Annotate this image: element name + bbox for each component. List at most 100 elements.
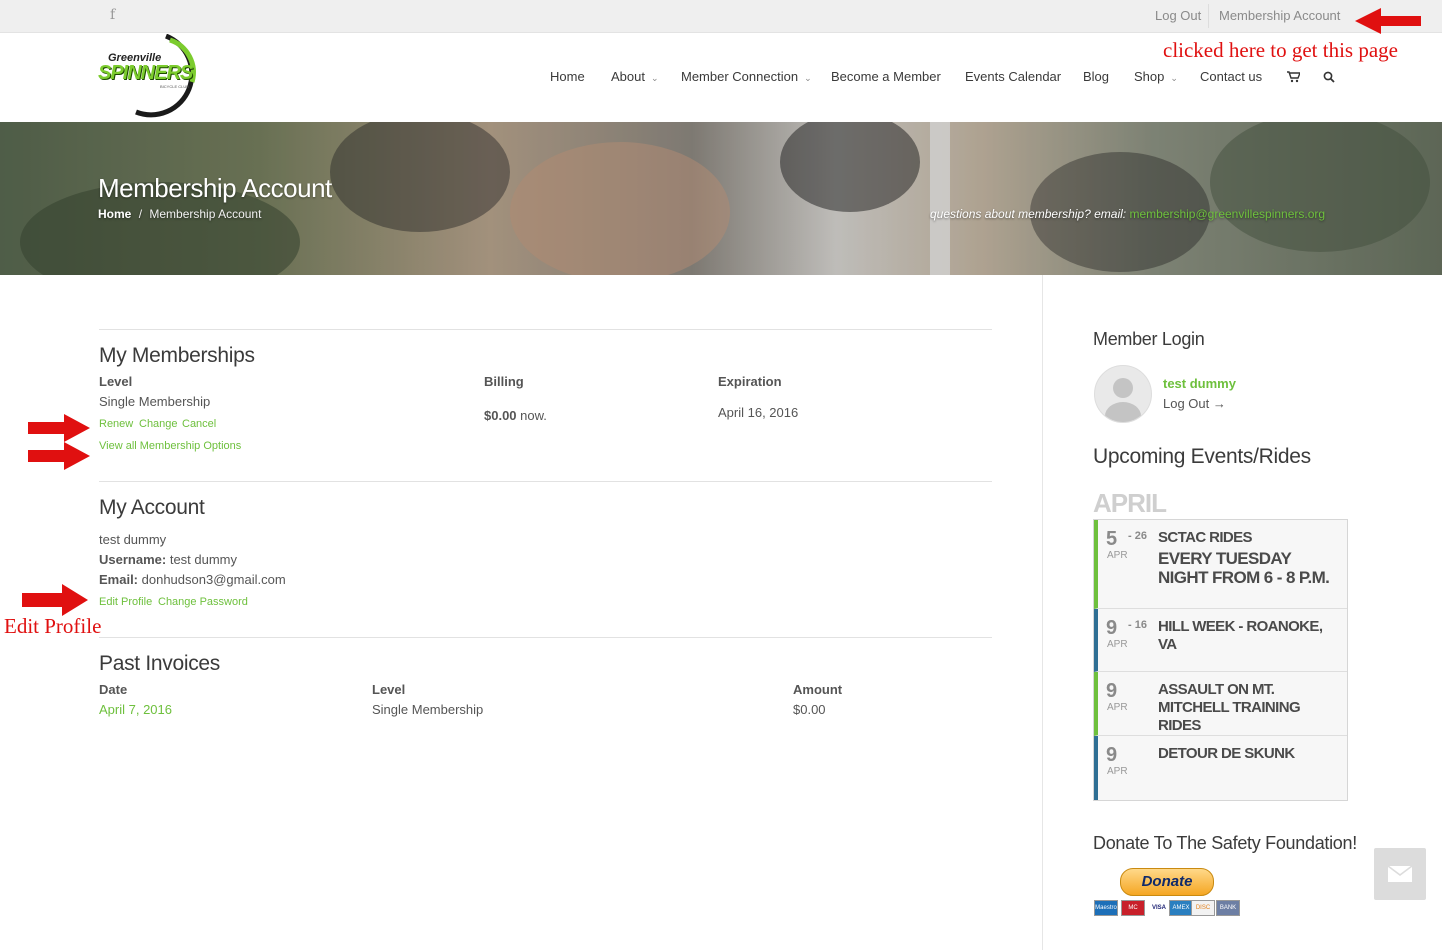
membership-level: Single Membership (99, 394, 211, 409)
col-date-header: Date (99, 682, 128, 697)
top-divider (1208, 4, 1209, 28)
nav-member-connection[interactable]: Member Connection ⌄ (681, 69, 812, 84)
events-month: APRIL (1093, 488, 1167, 518)
col-amount-header: Amount (793, 682, 843, 697)
account-heading: My Account (99, 496, 205, 519)
breadcrumb-current: Membership Account (149, 207, 262, 221)
donate-heading: Donate To The Safety Foundation! (1093, 833, 1357, 853)
nav-contact[interactable]: Contact us (1200, 69, 1262, 84)
event-month: APR (1107, 639, 1128, 650)
event-subtitle: EVERY TUESDAY NIGHT FROM 6 - 8 P.M. (1158, 549, 1330, 587)
divider (99, 481, 992, 482)
invoices-heading: Past Invoices (99, 652, 220, 675)
mastercard-card-icon: MC (1121, 900, 1145, 916)
username-value: test dummy (169, 552, 238, 567)
event-end: - 26 (1128, 530, 1147, 542)
amex-card-icon: AMEX (1169, 900, 1193, 916)
event-item[interactable]: 5 - 26 APR SCTAC RIDES EVERY TUESDAY NIG… (1094, 520, 1347, 609)
nav-blog[interactable]: Blog (1083, 69, 1109, 84)
event-end: - 16 (1128, 619, 1147, 631)
renew-link[interactable]: Renew (99, 418, 133, 430)
sidebar-logout-link[interactable]: Log Out → (1163, 396, 1226, 411)
event-title: SCTAC RIDES (1158, 529, 1253, 546)
invoice-level: Single Membership (372, 702, 484, 717)
bank-card-icon: BANK (1216, 900, 1240, 916)
breadcrumb: Home / Membership Account (98, 207, 261, 221)
events-heading: Upcoming Events/Rides (1093, 445, 1311, 468)
membership-contact-note: questions about membership? email: membe… (930, 207, 1325, 221)
annotation-arrow-icon (22, 584, 88, 616)
event-month: APR (1107, 702, 1128, 713)
account-email: Email: donhudson3@gmail.com (99, 572, 286, 587)
nav-shop[interactable]: Shop ⌄ (1134, 69, 1178, 84)
nav-events-calendar[interactable]: Events Calendar (965, 69, 1061, 84)
member-login-heading: Member Login (1093, 329, 1205, 349)
event-title: ASSAULT ON MT. MITCHELL TRAINING RIDES (1158, 681, 1301, 734)
visa-card-icon: VISA (1147, 900, 1171, 916)
memberships-heading: My Memberships (99, 344, 255, 367)
email-value: donhudson3@gmail.com (141, 572, 286, 587)
logo-line3: BICYCLE CLUB (160, 84, 189, 89)
event-day: 9 (1106, 680, 1118, 702)
event-item[interactable]: 9 - 16 APR HILL WEEK - ROANOKE, VA (1094, 609, 1347, 672)
nav-shop-label: Shop (1134, 69, 1165, 84)
account-name: test dummy (99, 532, 167, 547)
change-password-link[interactable]: Change Password (158, 596, 248, 608)
envelope-icon (1387, 865, 1413, 882)
events-list: 5 - 26 APR SCTAC RIDES EVERY TUESDAY NIG… (1093, 519, 1348, 801)
maestro-card-icon: Maestro (1094, 900, 1118, 916)
billing-suffix: now. (520, 408, 547, 423)
avatar (1094, 365, 1152, 423)
facebook-icon[interactable]: f (110, 7, 115, 23)
contact-mail-button[interactable] (1374, 848, 1426, 900)
annotation-arrow-icon (28, 414, 90, 442)
membership-billing: $0.00 now. (484, 408, 547, 423)
donate-button[interactable]: Donate (1120, 868, 1214, 896)
invoice-date-link[interactable]: April 7, 2016 (99, 702, 172, 717)
divider (99, 637, 992, 638)
nav-member-connection-label: Member Connection (681, 69, 799, 84)
event-title: DETOUR DE SKUNK (1158, 745, 1295, 762)
sidebar-divider (1042, 275, 1043, 950)
chevron-down-icon: ⌄ (804, 73, 812, 83)
membership-email-link[interactable]: membership@greenvillespinners.org (1129, 207, 1325, 221)
event-item[interactable]: 9 APR DETOUR DE SKUNK (1094, 736, 1347, 800)
event-day: 9 (1106, 617, 1118, 639)
nav-about[interactable]: About ⌄ (611, 69, 659, 84)
account-username: Username: test dummy (99, 552, 237, 567)
membership-question: questions about membership? email: (930, 207, 1127, 221)
annotation-top-note: clicked here to get this page (1163, 38, 1398, 62)
top-membership-account-link[interactable]: Membership Account (1219, 8, 1340, 23)
discover-card-icon: DISC (1191, 900, 1215, 916)
event-item[interactable]: 9 APR ASSAULT ON MT. MITCHELL TRAINING R… (1094, 672, 1347, 736)
event-month: APR (1107, 550, 1128, 561)
top-logout-link[interactable]: Log Out (1155, 8, 1201, 23)
sidebar-username[interactable]: test dummy (1163, 376, 1236, 391)
cancel-link[interactable]: Cancel (182, 418, 216, 430)
cart-icon[interactable] (1287, 70, 1302, 88)
username-label: Username: (99, 552, 167, 567)
page-title: Membership Account (98, 173, 332, 203)
col-billing-header: Billing (484, 374, 524, 389)
col-expiration-header: Expiration (718, 374, 782, 389)
email-label: Email: (99, 572, 139, 587)
site-logo[interactable]: Greenville SPINNERS BICYCLE CLUB (96, 33, 208, 118)
nav-about-label: About (611, 69, 645, 84)
nav-become-member[interactable]: Become a Member (831, 69, 941, 84)
chevron-down-icon: ⌄ (1170, 73, 1178, 83)
event-title: HILL WEEK - ROANOKE, VA (1158, 618, 1323, 653)
breadcrumb-home[interactable]: Home (98, 207, 131, 221)
logo-line2: SPINNERS (98, 62, 193, 84)
event-day: 5 (1106, 528, 1118, 550)
annotation-arrow-icon (28, 442, 90, 470)
billing-amount: $0.00 (484, 408, 517, 423)
divider (99, 329, 992, 330)
change-link[interactable]: Change (139, 418, 178, 430)
nav-home[interactable]: Home (550, 69, 585, 84)
edit-profile-link[interactable]: Edit Profile (99, 596, 152, 608)
event-month: APR (1107, 766, 1128, 777)
membership-expiration: April 16, 2016 (718, 405, 799, 420)
breadcrumb-separator: / (138, 207, 143, 221)
view-all-memberships-link[interactable]: View all Membership Options (99, 440, 241, 452)
search-icon[interactable] (1323, 70, 1335, 88)
